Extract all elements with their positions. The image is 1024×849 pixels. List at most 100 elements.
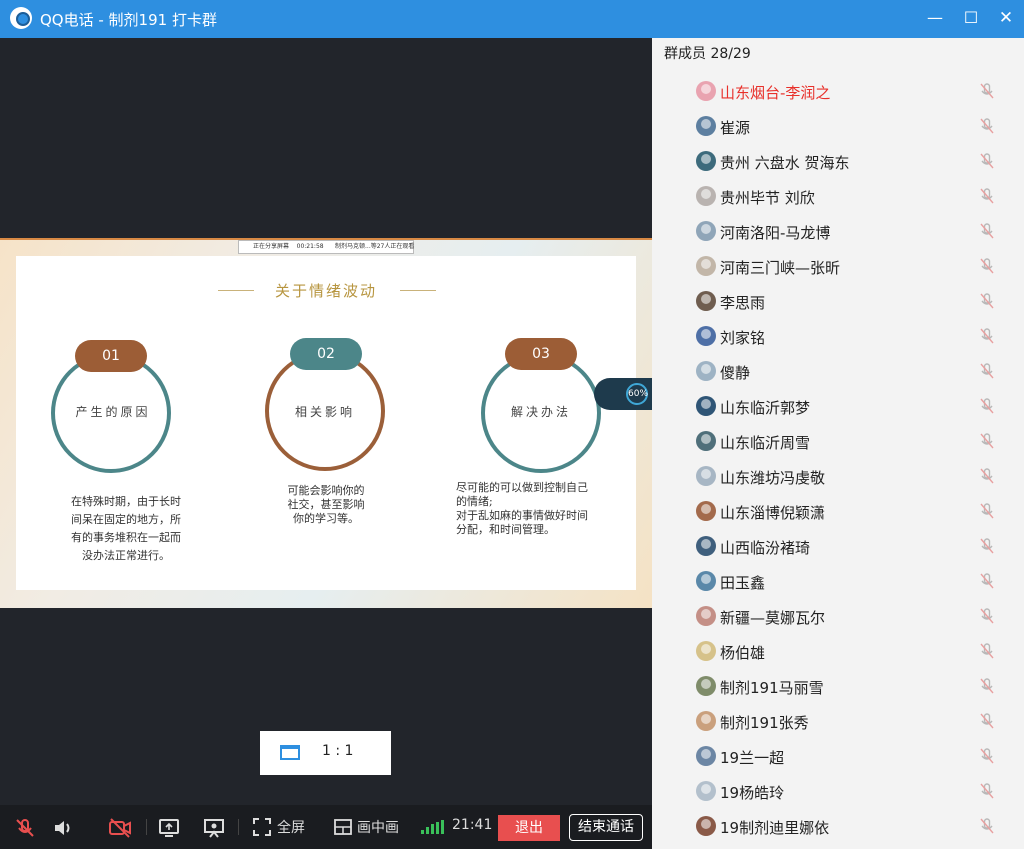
member-row[interactable]: 制剂191张秀 [696,704,996,739]
member-name: 19制剂迪里娜依 [720,819,830,837]
member-count-header: 群成员 28/29 [664,46,751,62]
speaker-icon[interactable] [52,817,74,839]
item-description: 尽可能的可以做到控制自己 的情绪; 对于乱如麻的事情做好时间 分配，和时间管理。 [456,481,588,536]
mic-muted-icon [980,258,994,274]
call-toolbar: 全屏 画中画 21:41 退出 结束通话 [0,805,652,849]
member-name: 新疆—莫娜瓦尔 [720,609,826,627]
member-row[interactable]: 山东临沂郭梦 [696,389,996,424]
mic-muted-icon[interactable] [14,817,36,839]
member-name: 19杨皓玲 [720,784,785,802]
presentation-slide: 关于情绪波动 01 产生的原因 在特殊时期，由于长时 间呆在固定的地方，所 有的… [16,256,636,590]
member-row[interactable]: 19兰一超 [696,739,996,774]
window-icon[interactable] [280,745,300,760]
exit-button[interactable]: 退出 [498,815,560,841]
avatar [696,641,716,661]
avatar [696,81,716,101]
mic-muted-icon [980,468,994,484]
signal-strength-icon [421,820,445,834]
item-label: 解决办法 [510,405,571,419]
mic-muted-icon [980,118,994,134]
member-row[interactable]: 山东潍坊冯虔敬 [696,459,996,494]
avatar [696,501,716,521]
fullscreen-button[interactable]: 全屏 [277,817,305,837]
member-name: 山东淄博倪颖潇 [720,504,826,522]
mic-muted-icon [980,503,994,519]
member-row[interactable]: 李思雨 [696,284,996,319]
member-row[interactable]: 制剂191马丽雪 [696,669,996,704]
member-name: 李思雨 [720,294,766,312]
end-call-button[interactable]: 结束通话 [569,814,643,841]
avatar [696,711,716,731]
member-name: 制剂191马丽雪 [720,679,824,697]
avatar [696,536,716,556]
member-name: 贵州 六盘水 贺海东 [720,154,850,172]
member-row[interactable]: 山东临沂周雪 [696,424,996,459]
member-row[interactable]: 崔源 [696,109,996,144]
mic-muted-icon [980,293,994,309]
title-bar: QQ电话 - 制剂191 打卡群 — ☐ ✕ [0,0,1024,38]
mic-muted-icon [980,398,994,414]
avatar [696,746,716,766]
item-number: 02 [290,338,362,370]
member-name: 山东烟台-李润之 [720,84,831,102]
presentation-icon[interactable] [203,817,225,839]
maximize-button[interactable]: ☐ [958,6,984,30]
call-duration: 21:41 [452,817,493,833]
member-row[interactable]: 刘家铭 [696,319,996,354]
toolbar-divider [238,819,239,835]
member-row[interactable]: 山东淄博倪颖潇 [696,494,996,529]
mic-muted-icon [980,783,994,799]
screen-share-icon[interactable] [158,817,180,839]
picture-in-picture-button[interactable]: 画中画 [357,817,399,837]
item-number: 03 [505,338,577,370]
member-panel: 群成员 28/29 山东烟台-李润之崔源贵州 六盘水 贺海东贵州毕节 刘欣 河南洛… [652,38,1024,849]
mic-muted-icon [980,538,994,554]
member-row[interactable]: 贵州 六盘水 贺海东 [696,144,996,179]
window-title: QQ电话 - 制剂191 打卡群 [40,11,217,29]
share-status-bar: 正在分享屏幕 00:21:58 制剂马克顿...等27人正在观看 [238,240,414,254]
member-row[interactable]: 19杨皓玲 [696,774,996,809]
item-label: 相关影响 [294,405,355,419]
member-name: 刘家铭 [720,329,766,347]
avatar [696,431,716,451]
avatar [696,396,716,416]
mic-muted-icon [980,328,994,344]
close-button[interactable]: ✕ [993,6,1019,30]
mic-muted-icon [980,678,994,694]
mic-muted-icon [980,713,994,729]
member-row[interactable]: 傻静 [696,354,996,389]
title-divider [400,290,436,291]
slide-title: 关于情绪波动 [274,282,377,300]
minimize-button[interactable]: — [922,6,948,30]
performance-widget[interactable]: 60% [594,378,652,410]
camera-off-icon[interactable] [108,817,132,839]
member-name: 制剂191张秀 [720,714,809,732]
member-name: 山东临沂周雪 [720,434,811,452]
member-row[interactable]: 杨伯雄 [696,634,996,669]
member-row[interactable]: 山西临汾褚琦 [696,529,996,564]
member-row[interactable]: 河南三门峡—张昕 [696,249,996,284]
video-area[interactable]: 正在分享屏幕 00:21:58 制剂马克顿...等27人正在观看 关于情绪波动 … [0,38,652,805]
member-name: 田玉鑫 [720,574,766,592]
avatar [696,116,716,136]
mic-muted-icon [980,153,994,169]
member-row[interactable]: 新疆—莫娜瓦尔 [696,599,996,634]
fullscreen-icon[interactable] [253,818,271,836]
member-row[interactable]: 河南洛阳-马龙博 [696,214,996,249]
picture-in-picture-icon[interactable] [334,818,352,836]
member-row[interactable]: 贵州毕节 刘欣 [696,179,996,214]
item-label: 产生的原因 [75,405,151,419]
mic-muted-icon [980,433,994,449]
member-row[interactable]: 19制剂迪里娜依 [696,809,996,844]
item-description: 在特殊时期，由于长时 间呆在固定的地方，所 有的事务堆积在一起而 没办法正常进行… [71,495,181,562]
member-row[interactable]: 山东烟台-李润之 [696,74,996,109]
member-name: 傻静 [720,364,751,382]
member-name: 杨伯雄 [720,644,766,662]
zoom-control[interactable]: 1 : 1 [260,731,391,775]
zoom-ratio[interactable]: 1 : 1 [322,743,353,759]
shared-screen[interactable]: 正在分享屏幕 00:21:58 制剂马克顿...等27人正在观看 关于情绪波动 … [0,238,652,608]
item-number: 01 [75,340,147,372]
member-row[interactable]: 田玉鑫 [696,564,996,599]
mic-muted-icon [980,363,994,379]
member-name: 河南三门峡—张昕 [720,259,841,277]
